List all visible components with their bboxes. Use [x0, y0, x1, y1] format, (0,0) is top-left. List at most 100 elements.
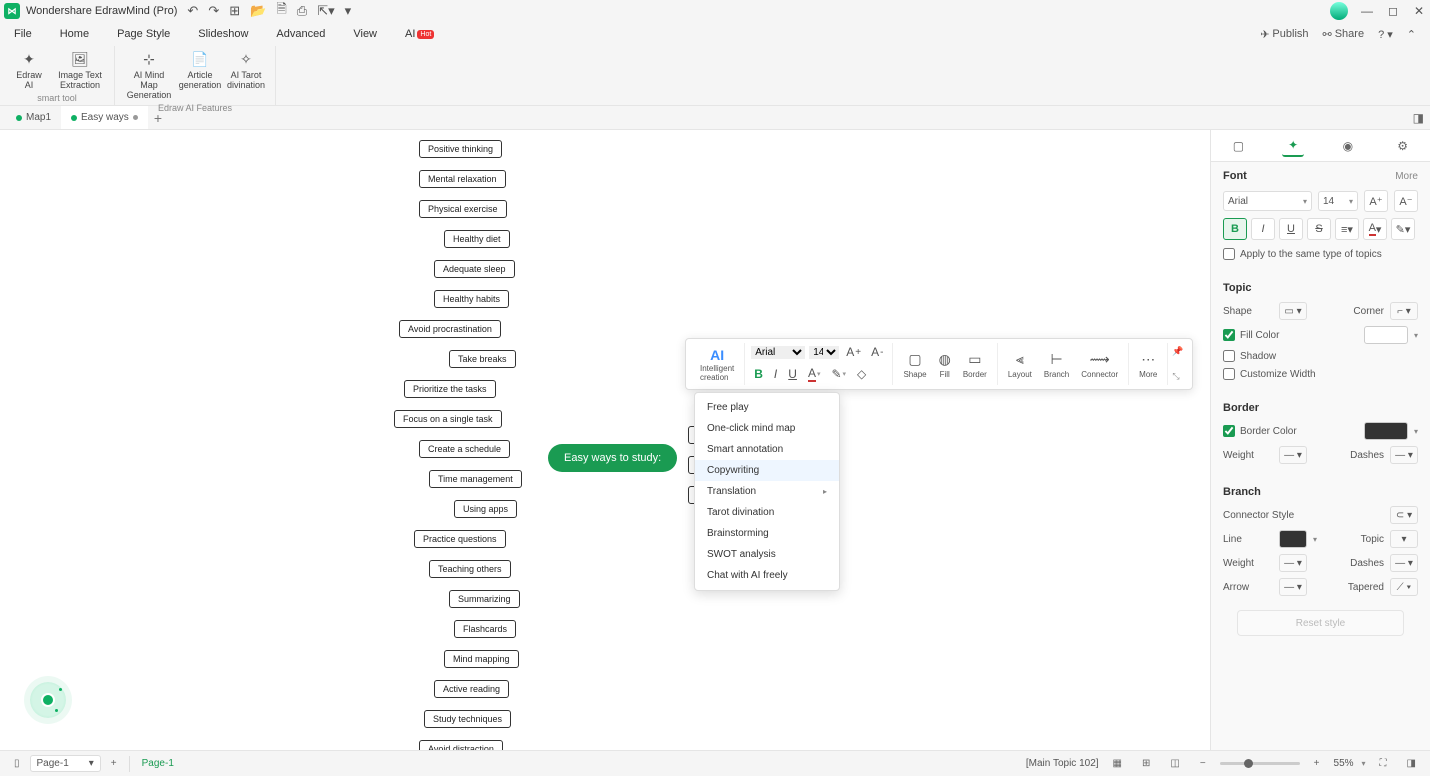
close-button[interactable]: ✕ [1412, 4, 1426, 18]
canvas[interactable]: Easy ways to study:Positive thinkingMent… [0, 130, 1210, 750]
topic-node[interactable]: Mental relaxation [419, 170, 506, 188]
export-icon[interactable]: ⇱▾ [317, 3, 334, 19]
topic-node[interactable]: Prioritize the tasks [404, 380, 496, 398]
topic-node[interactable]: Create a schedule [419, 440, 510, 458]
menu-ai[interactable]: AIHot [405, 28, 434, 40]
italic-button[interactable]: I [1251, 218, 1275, 240]
ribbon-article-generation[interactable]: 📄Article generation [177, 48, 223, 102]
publish-button[interactable]: ✈ Publish [1260, 28, 1308, 41]
minimize-button[interactable]: — [1360, 4, 1374, 18]
topic-node[interactable]: Healthy diet [444, 230, 510, 248]
italic-button[interactable]: I [771, 365, 780, 383]
ribbon-edraw-ai[interactable]: ✦Edraw AI [6, 48, 52, 92]
outline-toggle-icon[interactable]: ▯ [8, 758, 26, 769]
branch-button[interactable]: ⊢Branch [1040, 348, 1073, 381]
font-color-button[interactable]: A▾ [1363, 218, 1387, 240]
tapered-select[interactable]: ⟋ ▾ [1390, 578, 1418, 596]
add-tab-button[interactable]: + [148, 110, 168, 126]
topic-node[interactable]: Teaching others [429, 560, 511, 578]
more-button[interactable]: ⋯More [1135, 348, 1161, 381]
topic-node[interactable]: Flashcards [454, 620, 516, 638]
font-family-dropdown[interactable]: Arial▾ [1223, 191, 1312, 211]
customize-width-checkbox[interactable]: Customize Width [1223, 368, 1418, 380]
bold-button[interactable]: B [1223, 218, 1247, 240]
ai-menu-item[interactable]: Copywriting [695, 460, 839, 481]
ai-creation-button[interactable]: AI Intelligent creation [696, 343, 738, 385]
menu-advanced[interactable]: Advanced [276, 28, 325, 40]
line-color-swatch[interactable] [1279, 530, 1307, 548]
apply-same-type-checkbox[interactable]: Apply to the same type of topics [1223, 248, 1418, 260]
connector-button[interactable]: ⟿Connector [1077, 348, 1122, 381]
panel-tab-tag[interactable]: ◉ [1337, 135, 1359, 157]
fill-color-checkbox[interactable]: Fill Color [1223, 329, 1279, 341]
view-mode-1-icon[interactable]: ▦ [1107, 758, 1128, 769]
ribbon-image-text-extraction[interactable]: 🖼Image Text Extraction [52, 48, 108, 92]
doc-tab-map1[interactable]: Map1 [6, 106, 61, 129]
fill-button[interactable]: ◍Fill [935, 348, 955, 381]
ai-menu-item[interactable]: Tarot divination [695, 502, 839, 523]
page-select[interactable]: Page-1▾ [30, 755, 101, 772]
shape-button[interactable]: ▢Shape [899, 348, 930, 381]
topic-node[interactable]: Avoid procrastination [399, 320, 501, 338]
branch-topic-select[interactable]: ▾ [1390, 530, 1418, 548]
redo-icon[interactable]: ↷ [208, 3, 219, 19]
fullscreen-icon[interactable]: ◨ [1401, 758, 1422, 769]
topic-node[interactable]: Summarizing [449, 590, 520, 608]
font-decrease-button[interactable]: A- [868, 343, 886, 361]
topic-node[interactable]: Using apps [454, 500, 517, 518]
topic-node[interactable]: Healthy habits [434, 290, 509, 308]
shadow-checkbox[interactable]: Shadow [1223, 350, 1418, 362]
topic-node[interactable]: Time management [429, 470, 522, 488]
topic-node[interactable]: Active reading [434, 680, 509, 698]
panel-tab-settings[interactable]: ⚙ [1392, 135, 1414, 157]
ai-menu-item[interactable]: Free play [695, 397, 839, 418]
view-mode-2-icon[interactable]: ⊞ [1136, 758, 1156, 769]
fit-screen-icon[interactable]: ⛶ [1374, 758, 1393, 769]
maximize-button[interactable]: ◻ [1386, 4, 1400, 18]
central-topic[interactable]: Easy ways to study: [548, 444, 677, 472]
pin-icon[interactable]: 📌 [1172, 346, 1183, 357]
highlight-button[interactable]: ✎▾ [828, 365, 849, 383]
menu-page-style[interactable]: Page Style [117, 28, 170, 40]
zoom-out-button[interactable]: − [1194, 758, 1212, 769]
strike-button[interactable]: S [1307, 218, 1331, 240]
chat-fab[interactable] [30, 682, 66, 718]
share-button[interactable]: ⚯ Share [1323, 28, 1365, 41]
border-color-swatch[interactable] [1364, 422, 1408, 440]
panel-tab-style[interactable]: ✦ [1282, 135, 1304, 157]
font-increase-button[interactable]: A+ [843, 343, 864, 361]
ai-menu-item[interactable]: SWOT analysis [695, 544, 839, 565]
topic-node[interactable]: Practice questions [414, 530, 506, 548]
page-tab[interactable]: Page-1 [136, 758, 180, 769]
font-family-select[interactable]: Arial [751, 346, 805, 359]
topic-node[interactable]: Mind mapping [444, 650, 519, 668]
view-mode-3-icon[interactable]: ◫ [1164, 758, 1185, 769]
topic-node[interactable]: Focus on a single task [394, 410, 502, 428]
ai-menu-item[interactable]: One-click mind map [695, 418, 839, 439]
ai-menu-item[interactable]: Translation▸ [695, 481, 839, 502]
undo-icon[interactable]: ↶ [187, 3, 198, 19]
menu-view[interactable]: View [353, 28, 377, 40]
branch-dashes-select[interactable]: — ▾ [1390, 554, 1418, 572]
bold-button[interactable]: B [751, 365, 766, 383]
menu-file[interactable]: File [14, 28, 32, 40]
ribbon-tarot-divination[interactable]: ✧AI Tarot divination [223, 48, 269, 102]
new-icon[interactable]: ⊞ [229, 3, 240, 19]
shape-select[interactable]: ▭ ▾ [1279, 302, 1307, 320]
font-more-link[interactable]: More [1395, 171, 1418, 182]
align-button[interactable]: ≡▾ [1335, 218, 1359, 240]
font-increase-button[interactable]: A⁺ [1364, 190, 1388, 212]
collapse-ribbon-icon[interactable]: ⌃ [1407, 28, 1416, 41]
arrow-select[interactable]: — ▾ [1279, 578, 1307, 596]
qat-more-icon[interactable]: ▾ [345, 3, 352, 19]
doc-tab-easy-ways[interactable]: Easy ways [61, 106, 148, 129]
connector-style-select[interactable]: ⊂ ▾ [1390, 506, 1418, 524]
underline-button[interactable]: U [785, 365, 800, 383]
menu-slideshow[interactable]: Slideshow [198, 28, 248, 40]
branch-weight-select[interactable]: — ▾ [1279, 554, 1307, 572]
menu-home[interactable]: Home [60, 28, 89, 40]
clear-format-button[interactable]: ◇ [854, 365, 869, 383]
topic-node[interactable]: Study techniques [424, 710, 511, 728]
topic-node[interactable]: Avoid distraction [419, 740, 503, 750]
zoom-slider[interactable] [1220, 762, 1300, 765]
